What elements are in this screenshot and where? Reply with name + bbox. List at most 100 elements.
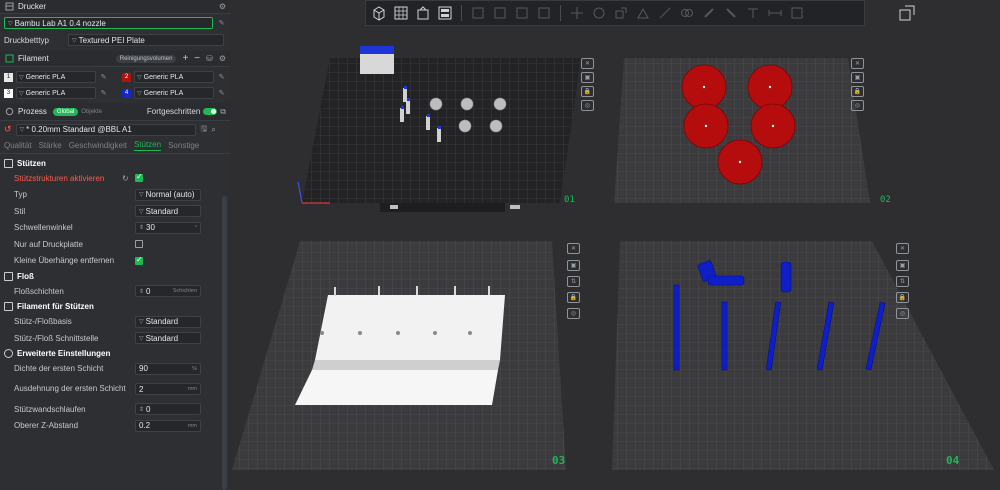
support-base-filament-select[interactable]: ▽ Standard (135, 315, 201, 328)
reset-icon[interactable]: ↻ (122, 174, 135, 183)
plate-1[interactable]: 01 (297, 46, 581, 212)
arrange-plate-icon[interactable]: ▣ (851, 72, 864, 83)
save-preset-icon[interactable]: 🖫 (201, 123, 208, 137)
orient-plate-icon[interactable]: ⇅ (896, 276, 909, 287)
purge-volume-button[interactable]: Reinigungsvolumen (115, 54, 177, 63)
tab-quality[interactable]: Qualität (4, 141, 32, 150)
view-options-icon[interactable] (896, 3, 918, 23)
edit-filament-icon[interactable]: ✎ (99, 73, 108, 82)
move-icon[interactable] (568, 4, 586, 22)
edit-filament-icon[interactable]: ✎ (99, 89, 108, 98)
filament-slot-badge[interactable]: 1 (4, 72, 13, 82)
plate-settings-icon[interactable]: ◎ (896, 308, 909, 319)
layout-icon[interactable] (513, 4, 531, 22)
support-type-select[interactable]: ▽ Normal (auto) (135, 188, 201, 201)
arrange-plate-icon[interactable]: ▣ (567, 260, 580, 271)
arrange-plate-icon[interactable]: ▣ (896, 260, 909, 271)
support-paint-icon[interactable] (700, 4, 718, 22)
measure-icon[interactable] (766, 4, 784, 22)
scale-icon[interactable] (612, 4, 630, 22)
text-icon[interactable] (744, 4, 762, 22)
boolean-icon[interactable] (678, 4, 696, 22)
search-icon[interactable]: ⌕ (211, 125, 215, 135)
lock-plate-icon[interactable]: 🔒 (567, 292, 580, 303)
filament-select[interactable]: ▽ Generic PLA (134, 71, 214, 83)
enable-support-checkbox[interactable] (135, 172, 143, 183)
plate-settings-icon[interactable]: ◎ (851, 100, 864, 111)
remove-filament-icon[interactable]: − (194, 53, 200, 64)
option-first-layer-density: Dichte der ersten Schicht 90% (0, 361, 230, 378)
stepper-icon[interactable]: ⇕ (139, 224, 144, 231)
arrange-plate-icon[interactable]: ▣ (581, 72, 594, 83)
close-plate-icon[interactable]: ✕ (581, 58, 594, 69)
filament-settings-icon[interactable]: ⚙ (219, 54, 226, 63)
process-global-toggle[interactable]: Global (52, 107, 79, 116)
split-objects-icon[interactable] (469, 4, 487, 22)
filament-select[interactable]: ▽ Generic PLA (134, 87, 214, 99)
arrange-icon[interactable] (436, 4, 454, 22)
tab-speed[interactable]: Geschwindigkeit (69, 141, 127, 150)
seam-paint-icon[interactable] (722, 4, 740, 22)
lay-on-face-icon[interactable] (634, 4, 652, 22)
reset-icon[interactable]: ↺ (4, 124, 12, 135)
add-object-icon[interactable] (370, 4, 388, 22)
3d-viewport[interactable]: 01 02 03 04 ✕ ▣ 🔒 ◎ ✕ ▣ 🔒 ◎ ✕ ▣ ⇅ 🔒 ◎ ✕ … (230, 0, 1000, 490)
tab-other[interactable]: Sonstige (168, 141, 199, 150)
option-first-layer-expansion: Ausdehnung der ersten Schicht 2 mm (0, 377, 230, 401)
sidebar-scrollbar[interactable] (222, 196, 227, 490)
close-plate-icon[interactable]: ✕ (851, 58, 864, 69)
scene-canvas: 01 02 03 04 (232, 46, 994, 470)
lock-plate-icon[interactable]: 🔒 (896, 292, 909, 303)
process-preset-select[interactable]: ▽ * 0.20mm Standard @BBL A1 (15, 123, 196, 136)
close-plate-icon[interactable]: ✕ (567, 243, 580, 254)
lock-plate-icon[interactable]: 🔒 (581, 86, 594, 97)
threshold-angle-input[interactable]: ⇕ 30 ° (135, 221, 201, 234)
plate-2[interactable]: 02 (614, 58, 891, 205)
printer-settings-icon[interactable]: ⚙ (219, 2, 226, 11)
edit-filament-icon[interactable]: ✎ (217, 73, 226, 82)
stepper-icon[interactable]: ⇕ (139, 288, 144, 295)
edit-printer-icon[interactable]: ✎ (217, 19, 226, 28)
filament-slot-badge[interactable]: 4 (122, 88, 131, 98)
tab-supports[interactable]: Stützen (133, 140, 162, 151)
auto-orient-icon[interactable] (414, 4, 432, 22)
assembly-icon[interactable] (788, 4, 806, 22)
filament-select[interactable]: ▽ Generic PLA (16, 87, 96, 99)
support-interface-filament-select[interactable]: ▽ Standard (135, 332, 201, 345)
first-layer-density-input[interactable]: 90% (135, 362, 201, 375)
support-style-select[interactable]: ▽ Standard (135, 205, 201, 218)
sync-filament-icon[interactable]: ⛁ (206, 54, 213, 63)
split-parts-icon[interactable] (491, 4, 509, 22)
filament-slot-badge[interactable]: 3 (4, 88, 13, 98)
support-wall-loops-input[interactable]: ⇕ 0 (135, 403, 201, 416)
lock-plate-icon[interactable]: 🔒 (851, 86, 864, 97)
remove-small-overhangs-checkbox[interactable] (135, 255, 143, 265)
add-plate-icon[interactable] (392, 4, 410, 22)
plate-3[interactable]: 03 (232, 241, 566, 470)
add-filament-icon[interactable]: + (182, 53, 188, 64)
variable-layer-icon[interactable] (535, 4, 553, 22)
edit-filament-icon[interactable]: ✎ (217, 89, 226, 98)
bed-type-select[interactable]: ▽ Textured PEI Plate (68, 34, 224, 46)
orient-plate-icon[interactable]: ⇅ (567, 276, 580, 287)
printer-select[interactable]: ▽ Bambu Lab A1 0.4 nozzle (4, 17, 214, 29)
top-z-distance-input[interactable]: 0.2 mm (135, 419, 201, 432)
rotate-icon[interactable] (590, 4, 608, 22)
close-plate-icon[interactable]: ✕ (896, 243, 909, 254)
compare-icon[interactable]: ⧉ (220, 107, 226, 117)
tab-strength[interactable]: Stärke (39, 141, 62, 150)
stepper-icon[interactable]: ⇕ (139, 406, 144, 413)
plate-settings-icon[interactable]: ◎ (581, 100, 594, 111)
plate-settings-icon[interactable]: ◎ (567, 308, 580, 319)
advanced-switch[interactable] (203, 108, 218, 115)
only-on-plate-checkbox[interactable] (135, 240, 143, 249)
filament-slot-badge[interactable]: 2 (122, 72, 131, 82)
cut-icon[interactable] (656, 4, 674, 22)
filament-select[interactable]: ▽ Generic PLA (16, 71, 96, 83)
raft-layers-input[interactable]: ⇕ 0 Schichten (135, 285, 201, 298)
filament-section-header[interactable]: Filament Reinigungsvolumen + − ⛁ ⚙ (0, 51, 230, 67)
plate-4[interactable]: 04 (612, 241, 994, 470)
first-layer-expansion-input[interactable]: 2 mm (135, 383, 201, 395)
printer-section-header[interactable]: Drucker ⚙ (0, 0, 230, 14)
process-objects-toggle[interactable]: Objekte (81, 109, 102, 115)
